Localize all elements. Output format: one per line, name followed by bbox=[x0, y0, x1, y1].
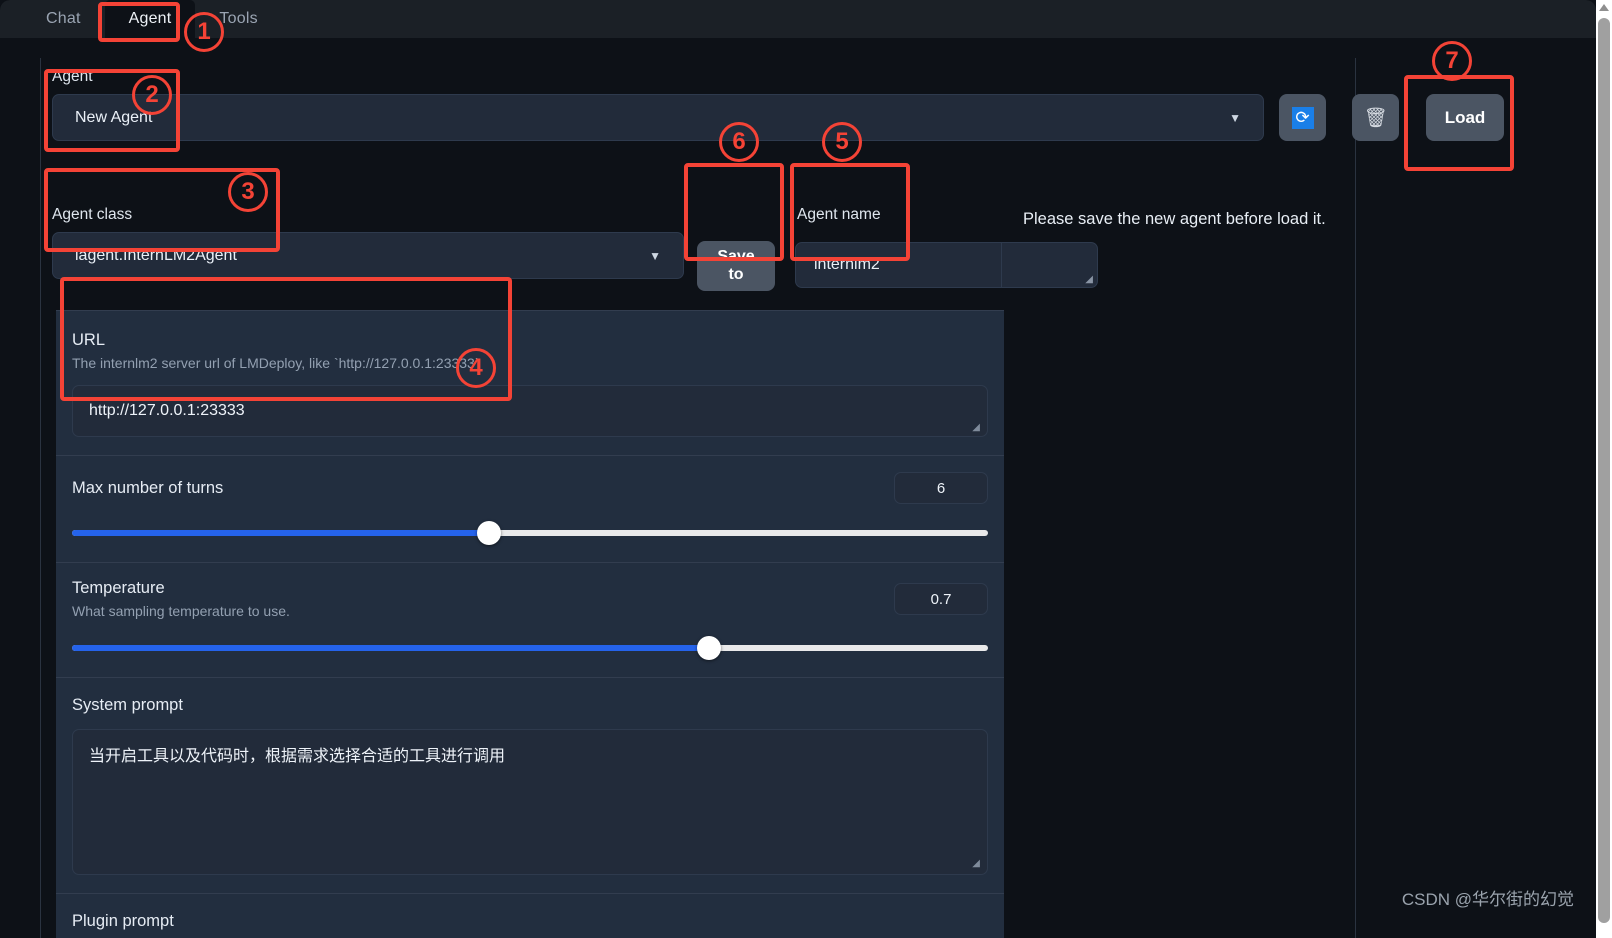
temperature-text-block: Temperature What sampling temperature to… bbox=[72, 579, 290, 619]
temperature-header: Temperature What sampling temperature to… bbox=[72, 579, 988, 619]
tab-agent[interactable]: Agent bbox=[104, 0, 196, 38]
temperature-description: What sampling temperature to use. bbox=[72, 603, 290, 619]
left-column-divider bbox=[40, 58, 41, 938]
load-button-label: Load bbox=[1444, 107, 1486, 127]
system-prompt-wrap: 当开启工具以及代码时，根据需求选择合适的工具进行调用 ◢ bbox=[72, 729, 988, 875]
url-input-wrap: ◢ bbox=[72, 371, 988, 437]
save-notice-text: Please save the new agent before load it… bbox=[1023, 210, 1326, 228]
scroll-up-arrow-icon[interactable] bbox=[1599, 4, 1609, 11]
agent-dropdown[interactable]: New Agent ▼ bbox=[52, 94, 1264, 141]
trash-icon: 🗑 bbox=[1363, 107, 1388, 129]
agent-name-input[interactable] bbox=[795, 242, 1002, 288]
refresh-agents-button[interactable]: ⟳ bbox=[1279, 94, 1326, 141]
application-window: Chat Agent Tools Agent New Agent ▼ ⟳ 🗑 L… bbox=[0, 0, 1596, 938]
temperature-fill bbox=[72, 645, 709, 651]
chevron-down-icon: ▼ bbox=[649, 248, 661, 263]
url-label: URL bbox=[72, 331, 106, 349]
delete-agent-button[interactable]: 🗑 bbox=[1352, 94, 1399, 141]
temperature-value[interactable]: 0.7 bbox=[894, 583, 988, 615]
agent-name-input-extension: ◢ bbox=[1002, 242, 1098, 288]
tab-tools-label: Tools bbox=[219, 10, 258, 27]
max-turns-knob[interactable] bbox=[476, 521, 501, 545]
max-turns-slider[interactable] bbox=[72, 521, 988, 545]
agent-class-value: lagent.InternLM2Agent bbox=[75, 246, 237, 264]
save-to-button-label: Save to bbox=[717, 248, 754, 284]
max-turns-label: Max number of turns bbox=[72, 478, 224, 497]
agent-settings-pane: Agent New Agent ▼ ⟳ 🗑 Load Please save t… bbox=[0, 38, 1596, 938]
max-turns-fill bbox=[72, 530, 489, 536]
url-description: The internlm2 server url of LMDeploy, li… bbox=[72, 355, 480, 371]
tab-bar: Chat Agent Tools bbox=[0, 0, 1596, 38]
resize-handle-icon[interactable]: ◢ bbox=[972, 858, 980, 869]
agent-config-card: URL The internlm2 server url of LMDeploy… bbox=[56, 310, 1004, 938]
plugin-prompt-section: Plugin prompt 你可以使用如下工具: {prompt} bbox=[56, 894, 1004, 938]
vertical-scrollbar[interactable] bbox=[1596, 0, 1612, 938]
url-input[interactable] bbox=[72, 385, 988, 437]
watermark: CSDN @华尔街的幻觉 bbox=[1401, 890, 1574, 909]
plugin-prompt-label: Plugin prompt bbox=[72, 912, 174, 930]
chevron-down-icon: ▼ bbox=[1229, 110, 1241, 125]
max-turns-header: Max number of turns 6 bbox=[72, 472, 988, 504]
temperature-slider[interactable] bbox=[72, 636, 988, 660]
temperature-label: Temperature bbox=[72, 579, 165, 597]
tab-chat[interactable]: Chat bbox=[22, 0, 105, 38]
refresh-icon: ⟳ bbox=[1291, 106, 1314, 129]
system-prompt-section: System prompt 当开启工具以及代码时，根据需求选择合适的工具进行调用… bbox=[56, 678, 1004, 894]
tab-tools[interactable]: Tools bbox=[195, 0, 281, 38]
tab-agent-label: Agent bbox=[128, 10, 172, 27]
save-to-line1: Save bbox=[717, 248, 755, 265]
load-button[interactable]: Load bbox=[1426, 94, 1504, 141]
agent-label: Agent bbox=[52, 68, 93, 85]
max-turns-value[interactable]: 6 bbox=[894, 472, 988, 504]
temperature-section: Temperature What sampling temperature to… bbox=[56, 563, 1004, 678]
save-to-line2: to bbox=[728, 266, 744, 283]
save-to-button[interactable]: Save to bbox=[697, 241, 775, 291]
url-section: URL The internlm2 server url of LMDeploy… bbox=[56, 311, 1004, 456]
resize-handle-icon[interactable]: ◢ bbox=[972, 422, 980, 433]
temperature-knob[interactable] bbox=[696, 636, 721, 660]
right-column-divider bbox=[1355, 58, 1356, 938]
agent-dropdown-value: New Agent bbox=[75, 108, 153, 126]
system-prompt-label: System prompt bbox=[72, 696, 183, 714]
scrollbar-thumb[interactable] bbox=[1598, 18, 1610, 923]
system-prompt-textarea[interactable]: 当开启工具以及代码时，根据需求选择合适的工具进行调用 bbox=[72, 729, 988, 875]
agent-selector-row: Agent New Agent ▼ ⟳ 🗑 Load bbox=[44, 68, 1504, 146]
tab-chat-label: Chat bbox=[46, 10, 81, 27]
agent-name-block: Agent name ◢ bbox=[795, 206, 1098, 288]
resize-handle-icon[interactable]: ◢ bbox=[1085, 274, 1093, 285]
agent-class-dropdown[interactable]: lagent.InternLM2Agent ▼ bbox=[52, 232, 684, 279]
max-turns-section: Max number of turns 6 bbox=[56, 456, 1004, 563]
agent-name-label: Agent name bbox=[797, 206, 881, 223]
